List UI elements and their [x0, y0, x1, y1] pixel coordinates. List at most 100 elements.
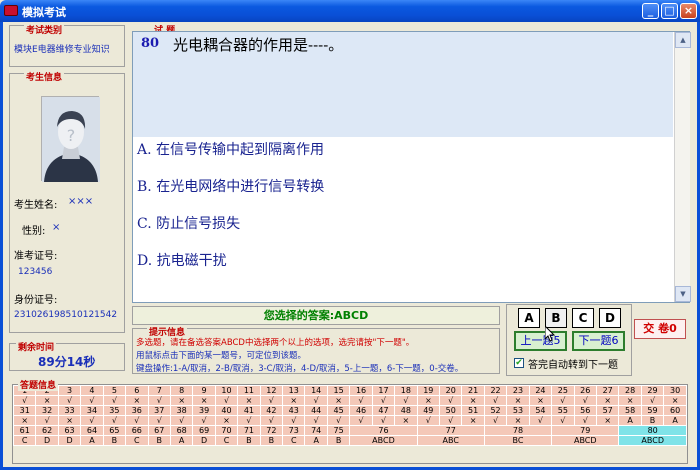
- answer-cell[interactable]: √: [237, 415, 261, 426]
- answer-cell[interactable]: B: [102, 435, 127, 446]
- answer-cell[interactable]: B: [326, 435, 351, 446]
- question-number-cell[interactable]: 6: [125, 385, 149, 396]
- question-number-cell[interactable]: 66: [125, 425, 149, 436]
- question-number-cell[interactable]: 80: [618, 425, 687, 436]
- answer-cell[interactable]: C: [214, 435, 239, 446]
- answer-cell[interactable]: √: [394, 395, 418, 406]
- question-number-cell[interactable]: 47: [371, 405, 396, 416]
- answer-cell[interactable]: B: [640, 415, 665, 426]
- answer-cell[interactable]: A: [663, 415, 687, 426]
- answer-cell[interactable]: ×: [57, 415, 82, 426]
- answer-cell[interactable]: ×: [169, 395, 194, 406]
- question-number-cell[interactable]: 15: [326, 385, 351, 396]
- answer-cell[interactable]: √: [125, 415, 149, 426]
- auto-next-checkbox[interactable]: ✔: [514, 358, 524, 368]
- choice-c-button[interactable]: C: [572, 308, 594, 328]
- answer-cell[interactable]: A: [304, 435, 328, 446]
- answer-cell[interactable]: √: [169, 415, 194, 426]
- answer-cell[interactable]: B: [237, 435, 261, 446]
- question-number-cell[interactable]: 22: [483, 385, 508, 396]
- question-number-cell[interactable]: 57: [595, 405, 620, 416]
- answer-cell[interactable]: ABC: [416, 435, 485, 446]
- answer-cell[interactable]: √: [573, 395, 597, 406]
- answer-cell[interactable]: D: [57, 435, 82, 446]
- option-c[interactable]: C. 防止信号损失: [137, 213, 240, 233]
- question-number-cell[interactable]: 69: [192, 425, 216, 436]
- answer-cell[interactable]: √: [439, 395, 463, 406]
- question-number-cell[interactable]: 77: [416, 425, 485, 436]
- question-number-cell[interactable]: 8: [169, 385, 194, 396]
- answer-cell[interactable]: √: [214, 395, 239, 406]
- question-number-cell[interactable]: 26: [573, 385, 597, 396]
- question-number-cell[interactable]: 29: [640, 385, 665, 396]
- option-b[interactable]: B. 在光电网络中进行信号转换: [137, 176, 324, 196]
- answer-cell[interactable]: √: [80, 415, 104, 426]
- question-number-cell[interactable]: 74: [304, 425, 328, 436]
- answer-cell[interactable]: ×: [618, 395, 642, 406]
- answer-cell[interactable]: B: [259, 435, 284, 446]
- answer-cell[interactable]: D: [35, 435, 59, 446]
- question-number-cell[interactable]: 65: [102, 425, 127, 436]
- question-number-cell[interactable]: 79: [551, 425, 620, 436]
- answer-cell[interactable]: √: [371, 415, 396, 426]
- question-number-cell[interactable]: 9: [192, 385, 216, 396]
- answer-cell[interactable]: D: [192, 435, 216, 446]
- question-number-cell[interactable]: 48: [394, 405, 418, 416]
- answer-cell[interactable]: √: [259, 415, 284, 426]
- answer-cell[interactable]: √: [304, 415, 328, 426]
- answer-cell[interactable]: √: [483, 415, 508, 426]
- question-number-cell[interactable]: 70: [214, 425, 239, 436]
- answer-cell[interactable]: √: [349, 395, 373, 406]
- question-number-cell[interactable]: 44: [304, 405, 328, 416]
- question-number-cell[interactable]: 46: [349, 405, 373, 416]
- question-number-cell[interactable]: 12: [259, 385, 284, 396]
- question-number-cell[interactable]: 68: [169, 425, 194, 436]
- answer-cell[interactable]: √: [12, 395, 37, 406]
- question-number-cell[interactable]: 27: [595, 385, 620, 396]
- answer-cell[interactable]: ×: [282, 395, 306, 406]
- answer-cell[interactable]: √: [80, 395, 104, 406]
- answer-cell[interactable]: √: [147, 395, 171, 406]
- question-number-cell[interactable]: 16: [349, 385, 373, 396]
- question-number-cell[interactable]: 51: [461, 405, 485, 416]
- question-number-cell[interactable]: 32: [35, 405, 59, 416]
- answer-cell[interactable]: √: [147, 415, 171, 426]
- answer-cell[interactable]: √: [35, 415, 59, 426]
- answer-cell[interactable]: √: [57, 395, 82, 406]
- question-number-cell[interactable]: 25: [551, 385, 575, 396]
- question-scrollbar[interactable]: ▲ ▼: [674, 32, 691, 302]
- choice-d-button[interactable]: D: [599, 308, 621, 328]
- answer-cell[interactable]: √: [416, 415, 441, 426]
- answer-cell[interactable]: √: [192, 415, 216, 426]
- question-number-cell[interactable]: 28: [618, 385, 642, 396]
- answer-cell[interactable]: √: [102, 395, 127, 406]
- question-number-cell[interactable]: 10: [214, 385, 239, 396]
- answer-cell[interactable]: √: [483, 395, 508, 406]
- question-number-cell[interactable]: 41: [237, 405, 261, 416]
- question-number-cell[interactable]: 58: [618, 405, 642, 416]
- question-number-cell[interactable]: 30: [663, 385, 687, 396]
- answer-cell[interactable]: ×: [506, 415, 530, 426]
- answer-cell[interactable]: A: [618, 415, 642, 426]
- answer-cell[interactable]: √: [528, 415, 553, 426]
- question-number-cell[interactable]: 73: [282, 425, 306, 436]
- question-number-cell[interactable]: 42: [259, 405, 284, 416]
- question-number-cell[interactable]: 62: [35, 425, 59, 436]
- question-number-cell[interactable]: 64: [80, 425, 104, 436]
- question-number-cell[interactable]: 59: [640, 405, 665, 416]
- answer-cell[interactable]: ×: [237, 395, 261, 406]
- answer-cell[interactable]: ×: [663, 395, 687, 406]
- question-number-cell[interactable]: 38: [169, 405, 194, 416]
- question-number-cell[interactable]: 4: [80, 385, 104, 396]
- question-number-cell[interactable]: 75: [326, 425, 351, 436]
- question-number-cell[interactable]: 3: [57, 385, 82, 396]
- question-number-cell[interactable]: 52: [483, 405, 508, 416]
- question-number-cell[interactable]: 43: [282, 405, 306, 416]
- next-question-button[interactable]: 下一题6: [572, 331, 625, 351]
- answer-cell[interactable]: ×: [506, 395, 530, 406]
- answer-cell[interactable]: √: [640, 395, 665, 406]
- question-number-cell[interactable]: 34: [80, 405, 104, 416]
- answer-cell[interactable]: ABCD: [618, 435, 687, 446]
- answer-cell[interactable]: ×: [461, 415, 485, 426]
- answer-cell[interactable]: √: [282, 415, 306, 426]
